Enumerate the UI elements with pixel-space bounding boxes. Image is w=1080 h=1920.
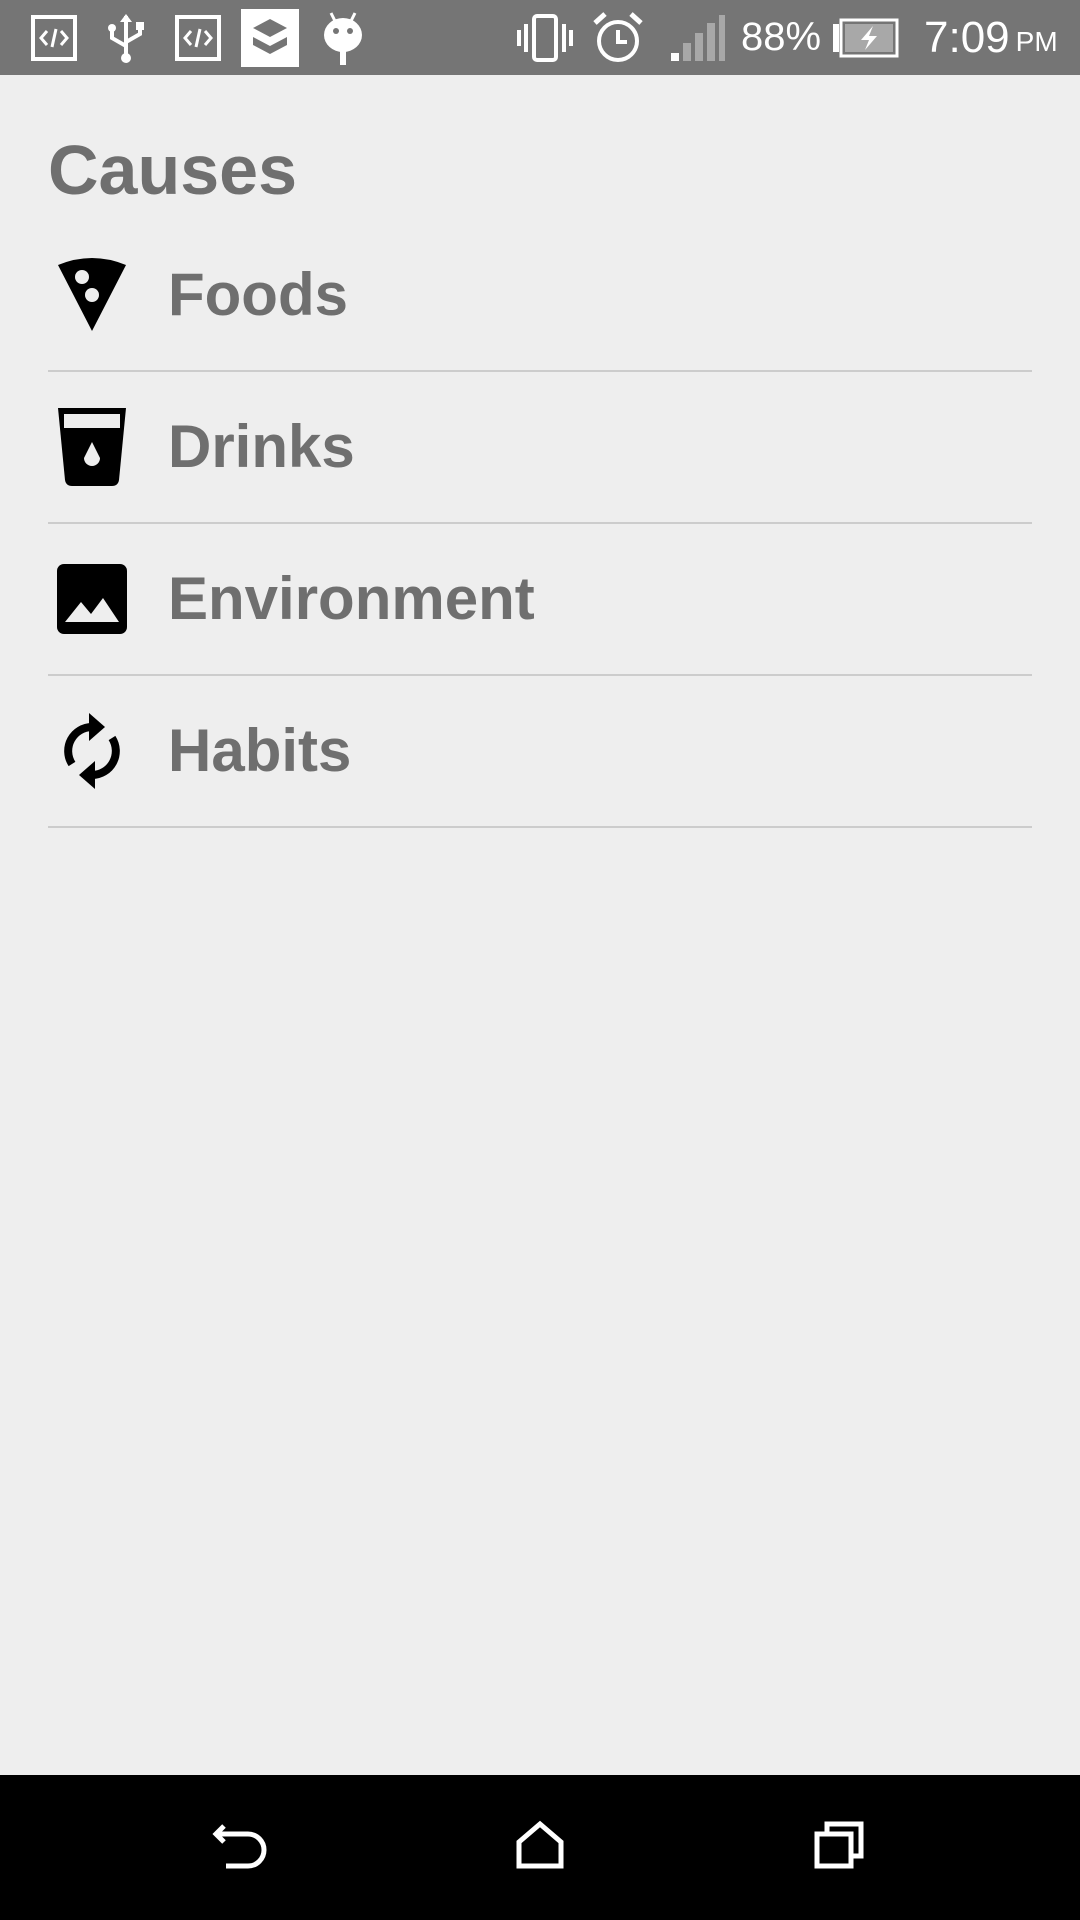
refresh-cycle-icon bbox=[48, 707, 136, 795]
pizza-slice-icon bbox=[48, 251, 136, 339]
recent-apps-button[interactable] bbox=[790, 1797, 890, 1897]
clock-ampm: PM bbox=[1015, 25, 1058, 57]
vibrate-icon bbox=[514, 10, 576, 66]
landscape-image-icon bbox=[48, 555, 136, 643]
clock: 7:09 PM bbox=[924, 0, 1058, 75]
home-button[interactable] bbox=[490, 1797, 590, 1897]
recent-apps-icon bbox=[813, 1820, 867, 1875]
usb-icon bbox=[100, 10, 152, 66]
navigation-bar bbox=[0, 1775, 1080, 1920]
cause-list: Foods Drinks Environment Habits bbox=[48, 220, 1032, 828]
battery-percent: 88% bbox=[741, 15, 822, 59]
android-icon bbox=[318, 10, 368, 66]
cause-item-habits[interactable]: Habits bbox=[48, 676, 1032, 828]
causes-screen: Causes Foods Drinks Environment Habits bbox=[0, 75, 1080, 1775]
code-icon bbox=[28, 10, 80, 66]
signal-icon bbox=[666, 10, 728, 66]
cause-label: Foods bbox=[168, 261, 348, 328]
cause-item-foods[interactable]: Foods bbox=[48, 220, 1032, 372]
cause-label: Habits bbox=[168, 717, 352, 784]
page-title: Causes bbox=[48, 131, 298, 209]
layers-app-icon bbox=[240, 9, 300, 67]
alarm-icon bbox=[590, 10, 646, 66]
battery-charging-icon bbox=[830, 10, 902, 66]
cause-item-drinks[interactable]: Drinks bbox=[48, 372, 1032, 524]
cause-label: Environment bbox=[168, 565, 535, 632]
code-icon bbox=[172, 10, 224, 66]
home-icon bbox=[514, 1820, 566, 1875]
back-button[interactable] bbox=[190, 1797, 290, 1897]
back-icon bbox=[210, 1820, 270, 1875]
status-bar: 88% 7:09 PM bbox=[0, 0, 1080, 75]
drink-cup-icon bbox=[48, 403, 136, 491]
clock-time: 7:09 bbox=[924, 12, 1010, 62]
cause-label: Drinks bbox=[168, 413, 355, 480]
cause-item-environment[interactable]: Environment bbox=[48, 524, 1032, 676]
